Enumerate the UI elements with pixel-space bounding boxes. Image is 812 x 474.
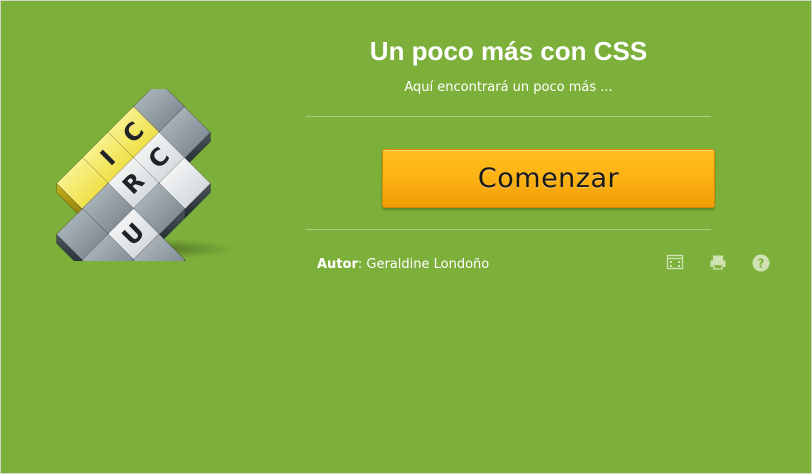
app-frame: CCIRU Un poco más con CSS Aquí encontrar… [0, 0, 812, 474]
divider [306, 229, 711, 230]
page-subtitle: Aquí encontrará un poco más ... [404, 80, 613, 95]
fullscreen-icon[interactable] [665, 252, 685, 272]
page-title: Un poco más con CSS [369, 36, 648, 66]
start-button[interactable]: Comenzar [382, 149, 715, 208]
author-name: Geraldine Londoño [366, 257, 490, 272]
author-label: Autor [317, 257, 358, 272]
print-icon[interactable] [708, 252, 728, 272]
author-credit: Autor: Geraldine Londoño [317, 256, 489, 274]
divider [306, 116, 711, 117]
svg-text:?: ? [758, 257, 765, 271]
crossword-logo-icon: CCIRU [56, 80, 246, 296]
help-icon[interactable]: ? [751, 253, 771, 273]
